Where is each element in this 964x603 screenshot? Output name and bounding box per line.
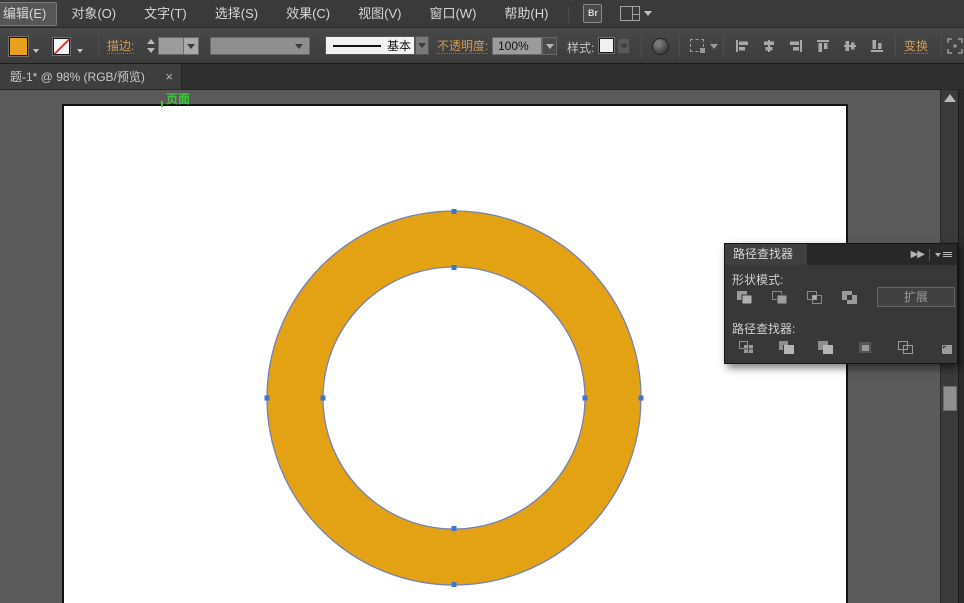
free-transform-icon[interactable] [947,38,963,54]
shape-modes-row: 扩展 [725,288,957,308]
align-vmiddle-icon[interactable] [843,39,857,53]
artboard-label[interactable]: 页面 [166,90,190,107]
trim-button[interactable] [776,338,796,356]
menu-edit[interactable]: 编辑(E) [0,2,57,26]
separator [941,34,942,58]
menu-effect[interactable]: 效果(C) [272,1,344,27]
minus-front-button[interactable] [769,288,789,306]
separator [679,34,680,58]
donut-shape[interactable] [250,200,650,600]
outline-button[interactable] [895,338,915,356]
align-left-icon[interactable] [735,39,749,53]
chevron-down-icon [187,44,195,49]
workspace-switcher[interactable] [620,6,652,21]
artboard-label-tick [161,101,163,107]
menu-bar: 编辑(E) 对象(O) 文字(T) 选择(S) 效果(C) 视图(V) 窗口(W… [0,0,964,28]
menu-select[interactable]: 选择(S) [201,1,272,27]
pathfinder-tab[interactable]: 路径查找器 [725,244,807,265]
stroke-none-swatch[interactable] [53,38,70,55]
expand-button[interactable]: 扩展 [877,287,955,307]
scrollbar-thumb[interactable] [943,386,957,411]
brush-definition-dropdown[interactable] [415,36,429,55]
panel-menu-icon[interactable] [935,251,952,258]
align-top-icon[interactable] [816,39,830,53]
menu-type[interactable]: 文字(T) [130,1,201,27]
brush-definition-box[interactable]: 基本 [325,36,415,55]
control-bar: 描边: 基本 不透明度: 100% 样式: [0,28,964,64]
merge-button[interactable] [815,338,835,356]
chevron-down-icon [295,44,303,49]
collapse-panel-icon[interactable]: ▶▶ [911,250,924,260]
workspace-switcher-icon [620,6,640,21]
exclude-button[interactable] [839,288,859,306]
separator [723,34,724,58]
stroke-weight-label[interactable]: 描边: [107,39,134,54]
separator [98,34,99,58]
stepper-up-icon[interactable] [147,39,155,44]
pathfinder-panel: 路径查找器 ▶▶ 形状模式: [724,243,958,364]
pathfinder-panel-header[interactable]: 路径查找器 ▶▶ [725,244,957,265]
menu-help[interactable]: 帮助(H) [490,1,562,27]
document-title: 题-1* @ 98% (RGB/预览) [10,68,145,85]
stepper-down-icon[interactable] [147,48,155,53]
fill-dropdown-icon[interactable] [33,49,39,53]
menu-divider [568,6,569,22]
menu-view[interactable]: 视图(V) [344,1,415,27]
fill-swatch[interactable] [9,37,28,56]
recolor-artwork-icon[interactable] [652,38,669,55]
illustrator-window: 编辑(E) 对象(O) 文字(T) 选择(S) 效果(C) 视图(V) 窗口(W… [0,0,964,603]
graphic-style-dropdown[interactable] [617,38,630,54]
divide-button[interactable] [736,338,756,356]
minus-back-button[interactable] [935,338,955,356]
bridge-icon[interactable]: Br [583,4,602,23]
canvas-area[interactable]: 页面 路径查找器 [0,90,964,603]
document-tab-bar: 题-1* @ 98% (RGB/预览) × [0,64,964,90]
chevron-down-icon [620,44,628,49]
opacity-label[interactable]: 不透明度: [437,39,488,54]
intersect-button[interactable] [804,288,824,306]
menu-object[interactable]: 对象(O) [57,1,130,27]
transform-link[interactable]: 变换 [904,39,928,54]
chevron-down-icon [418,43,426,48]
chevron-down-icon [644,11,652,16]
opacity-dropdown[interactable] [542,37,557,55]
chevron-down-icon[interactable] [710,44,718,49]
stroke-dropdown-icon[interactable] [77,49,83,53]
align-hcenter-icon[interactable] [762,39,776,53]
chevron-down-icon [546,44,554,49]
crop-button[interactable] [855,338,875,356]
close-icon[interactable]: × [165,71,173,83]
width-profile-dropdown[interactable] [210,37,310,55]
stroke-line-preview [333,45,381,47]
style-label: 样式: [567,39,594,56]
scroll-up-icon[interactable] [944,94,956,102]
align-right-icon[interactable] [789,39,803,53]
separator [929,249,930,261]
pathfinder-row [725,338,957,358]
panel-dock-strip [958,90,964,603]
bounding-box-icon[interactable] [690,39,704,52]
stroke-weight-dropdown[interactable] [184,37,199,55]
brush-definition-value: 基本 [387,37,411,54]
align-bottom-icon[interactable] [870,39,884,53]
graphic-style-swatch[interactable] [599,38,614,53]
document-tab[interactable]: 题-1* @ 98% (RGB/预览) × [0,64,182,89]
opacity-input[interactable]: 100% [492,37,542,55]
stroke-weight-input[interactable] [158,37,184,55]
separator [895,34,896,58]
menu-window[interactable]: 窗口(W) [415,1,490,27]
shape-modes-label: 形状模式: [725,265,957,288]
separator [641,34,642,58]
unite-button[interactable] [734,288,754,306]
stroke-weight-stepper[interactable] [145,37,156,55]
